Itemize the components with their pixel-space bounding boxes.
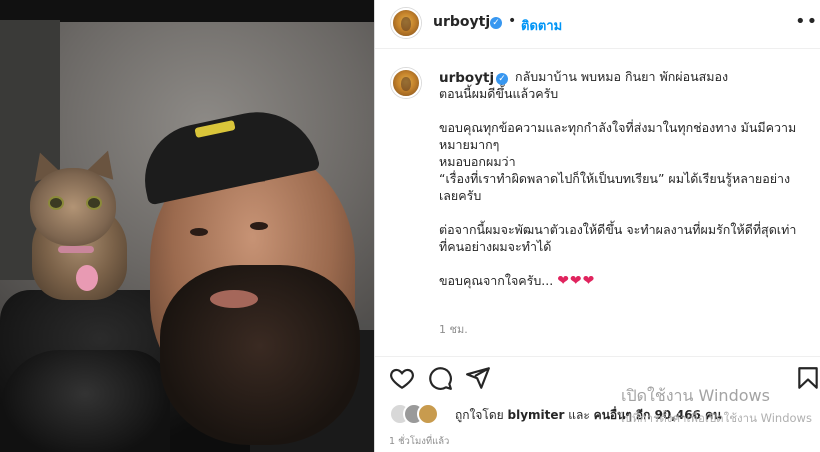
caption-text: กลับมาบ้าน พบหมอ กินยา พักผ่อนสมอง ตอนนี… (439, 68, 809, 290)
header-avatar[interactable] (391, 8, 421, 38)
cat-tag (76, 265, 98, 291)
caption-line: เลยครับ (439, 188, 482, 203)
cat-eye-left (48, 196, 64, 210)
paper-plane-icon[interactable] (465, 365, 491, 391)
caption-line: ตอนนี้ผมดีขึ้นแล้วครับ (439, 86, 559, 101)
man-beard (160, 265, 360, 445)
post-photo[interactable] (0, 0, 374, 452)
more-options-icon[interactable]: ••• (795, 11, 820, 32)
windows-activation-title: เปิดใช้งาน Windows (621, 386, 770, 405)
heart-outline-icon[interactable] (389, 365, 415, 391)
cat-collar (58, 246, 94, 253)
caption-gap (439, 255, 809, 272)
caption-line: “เรื่องที่เราทำผิดพลาดไปก็ให้เป็นบทเรียน… (439, 171, 791, 186)
header-username[interactable]: urboytj (433, 14, 490, 30)
man-eye-right (250, 222, 268, 230)
follow-button[interactable]: ติดตาม (521, 15, 562, 36)
post-header: urboytj ✓ • ติดตาม ••• (375, 0, 820, 49)
caption-line: หมอบอกผมว่า (439, 154, 516, 169)
caption-line-last: ขอบคุณจากใจครับ... ❤❤❤ (439, 272, 809, 290)
photo-top-strip (0, 0, 374, 22)
liker-username[interactable]: blymiter (508, 408, 565, 422)
cat-head (30, 168, 116, 246)
verified-badge-icon: ✓ (490, 17, 502, 29)
bookmark-icon[interactable] (795, 365, 820, 391)
caption-gap (439, 102, 809, 119)
caption-avatar[interactable] (391, 68, 421, 98)
post-timestamp[interactable]: 1 ชั่วโมงที่แล้ว (389, 434, 449, 449)
man-mouth (210, 290, 258, 308)
post-detail-panel: urboytj ✓ • ติดตาม ••• urboytj ✓ กลับมาบ… (374, 0, 820, 452)
caption-line: หมายมากๆ (439, 137, 500, 152)
caption-line: ต่อจากนี้ผมจะพัฒนาตัวเองให้ดีขึ้น จะทำผล… (439, 222, 797, 237)
header-separator: • (508, 13, 517, 29)
caption-line: กลับมาบ้าน พบหมอ กินยา พักผ่อนสมอง (515, 69, 729, 84)
comment-icon[interactable] (427, 365, 453, 391)
likes-middle: และ (568, 408, 590, 422)
caption-time[interactable]: 1 ชม. (439, 320, 468, 338)
caption-gap (439, 204, 809, 221)
liker-avatar (417, 403, 439, 425)
likes-prefix: ถูกใจโดย (455, 408, 504, 422)
cat-eye-right (86, 196, 102, 210)
windows-activation-subtitle: ไปที่การตั้งค่าเพื่อเปิดใช้งาน Windows (619, 411, 812, 425)
hearts-emoji: ❤❤❤ (557, 273, 596, 289)
caption-line: ขอบคุณทุกข้อความและทุกกำลังใจที่ส่งมาในท… (439, 120, 797, 135)
caption-line: ที่คนอย่างผมจะทำได้ (439, 239, 552, 254)
photo-sofa-arm (0, 350, 170, 452)
man-eye-left (190, 228, 208, 236)
caption-thanks: ขอบคุณจากใจครับ... (439, 273, 554, 288)
